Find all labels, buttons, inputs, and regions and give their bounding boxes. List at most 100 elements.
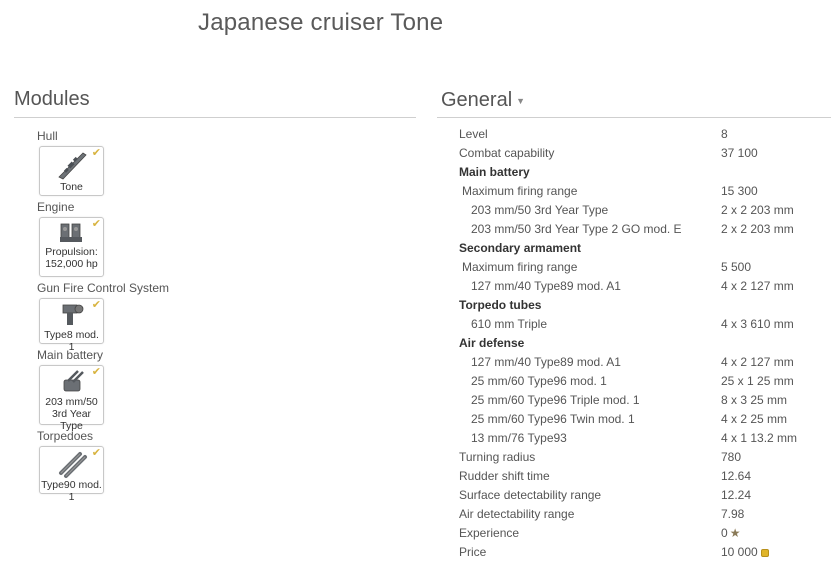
stat-label: 203 mm/50 3rd Year Type — [471, 203, 609, 217]
stat-label: Rudder shift time — [459, 469, 550, 483]
stat-row-rudder-shift: Rudder shift time 12.64 — [459, 467, 831, 486]
page-title: Japanese cruiser Tone — [198, 9, 444, 36]
fire-control-icon — [62, 304, 83, 325]
stat-row-surface-detect: Surface detectability range 12.24 — [459, 486, 831, 505]
stat-section-label: Main battery — [459, 165, 530, 179]
stat-section-main-battery: Main battery — [459, 163, 831, 182]
stat-row-main-max-range: Maximum firing range 15 300 — [459, 182, 831, 201]
stat-label: Experience — [459, 526, 520, 540]
stat-row-turning-radius: Turning radius 780 — [459, 448, 831, 467]
stat-label: Maximum firing range — [462, 260, 578, 274]
module-group-hull: Hull ✔ Tone — [37, 128, 237, 196]
module-card-label: 203 mm/50 3rd Year Type — [45, 396, 98, 432]
stat-label: Maximum firing range — [462, 184, 578, 198]
module-card-label: Type90 mod. 1 — [41, 479, 102, 503]
stat-value: 7.98 — [721, 507, 745, 521]
module-card-engine[interactable]: ✔ Propulsion: 152,000 hp — [39, 217, 104, 277]
stat-value: 4 x 2 25 mm — [721, 412, 788, 426]
stat-section-label: Air defense — [459, 336, 525, 350]
stat-label: 25 mm/60 Type96 Triple mod. 1 — [471, 393, 640, 407]
check-icon: ✔ — [91, 147, 101, 159]
general-heading[interactable]: General ▼ — [441, 89, 525, 112]
stat-value: 4 x 2 127 mm — [721, 355, 794, 369]
stat-value: 12.24 — [721, 488, 752, 502]
module-card-label: Tone — [60, 181, 83, 193]
stat-value: 2 x 2 203 mm — [721, 222, 794, 236]
general-table: Level 8 Combat capability 37 100 Main batt… — [459, 125, 831, 562]
stat-row-main-gun-1: 203 mm/50 3rd Year Type 2 x 2 203 mm — [459, 201, 831, 220]
module-group-main-battery: Main battery ✔ 203 mm/50 3rd Year Type — [37, 347, 237, 432]
module-card-hull[interactable]: ✔ Tone — [39, 146, 104, 196]
module-card-fire-control[interactable]: ✔ Type8 mod. 1 — [39, 298, 104, 353]
stat-row-experience: Experience 0 ★ — [459, 524, 831, 543]
stat-row-level: Level 8 — [459, 125, 831, 144]
stat-label: Turning radius — [459, 450, 536, 464]
stat-label: Level — [459, 127, 488, 141]
stat-section-air-defense: Air defense — [459, 334, 831, 353]
check-icon: ✔ — [91, 366, 101, 378]
stat-label: 127 mm/40 Type89 mod. A1 — [471, 355, 621, 369]
main-battery-icon — [63, 370, 84, 392]
stat-row-aa-5: 13 mm/76 Type93 4 x 1 13.2 mm — [459, 429, 831, 448]
stat-label: Air detectability range — [459, 507, 575, 521]
stat-value: 4 x 2 127 mm — [721, 279, 794, 293]
stat-label: 203 mm/50 3rd Year Type 2 GO mod. E — [471, 222, 682, 236]
stat-value: 2 x 2 203 mm — [721, 203, 794, 217]
caret-down-icon: ▼ — [516, 95, 526, 106]
stat-row-air-detect: Air detectability range 7.98 — [459, 505, 831, 524]
stat-value: 8 — [721, 127, 728, 141]
stat-value: 15 300 — [721, 184, 758, 198]
experience-star-icon: ★ — [729, 526, 741, 540]
stat-section-secondary: Secondary armament — [459, 239, 831, 258]
stat-row-secondary-max-range: Maximum firing range 5 500 — [459, 258, 831, 277]
stat-label: Surface detectability range — [459, 488, 602, 502]
check-icon: ✔ — [91, 447, 101, 459]
stat-row-combat-capability: Combat capability 37 100 — [459, 144, 831, 163]
credits-coin-icon — [760, 548, 769, 557]
module-card-torpedoes[interactable]: ✔ Type90 mod. 1 — [39, 446, 104, 503]
module-card-label: Type8 mod. 1 — [44, 329, 99, 353]
check-icon: ✔ — [91, 299, 101, 311]
stat-value: 4 x 1 13.2 mm — [721, 431, 798, 445]
stat-label: 25 mm/60 Type96 Twin mod. 1 — [471, 412, 635, 426]
stat-row-main-gun-2: 203 mm/50 3rd Year Type 2 GO mod. E 2 x 2… — [459, 220, 831, 239]
stat-label: 610 mm Triple — [471, 317, 548, 331]
module-group-fire-control: Gun Fire Control System ✔ Type8 mod. 1 — [37, 280, 237, 353]
stat-section-torpedo-tubes: Torpedo tubes — [459, 296, 831, 315]
module-group-torpedoes: Torpedoes ✔ Type90 mod. 1 — [37, 428, 237, 503]
stat-row-aa-3: 25 mm/60 Type96 Triple mod. 1 8 x 3 25 mm — [459, 391, 831, 410]
stat-value-wrap: 10 000 — [721, 543, 769, 562]
general-heading-label: General — [441, 89, 513, 111]
stat-value: 780 — [721, 450, 742, 464]
stat-row-aa-1: 127 mm/40 Type89 mod. A1 4 x 2 127 mm — [459, 353, 831, 372]
check-icon: ✔ — [91, 218, 101, 230]
stat-value: 5 500 — [721, 260, 752, 274]
stat-label: 25 mm/60 Type96 mod. 1 — [471, 374, 607, 388]
stat-label: 127 mm/40 Type89 mod. A1 — [471, 279, 621, 293]
stat-row-torpedo: 610 mm Triple 4 x 3 610 mm — [459, 315, 831, 334]
modules-divider — [14, 117, 416, 118]
stat-row-aa-2: 25 mm/60 Type96 mod. 1 25 x 1 25 mm — [459, 372, 831, 391]
module-card-main-battery[interactable]: ✔ 203 mm/50 3rd Year Type — [39, 365, 104, 432]
module-group-label: Hull — [37, 129, 58, 143]
modules-list: Hull ✔ Tone Engine ✔ Propulsion: 152,000… — [37, 128, 237, 503]
module-card-label: Propulsion: 152,000 hp — [45, 246, 98, 270]
stat-value: 10 000 — [721, 545, 758, 559]
general-divider — [437, 117, 831, 118]
stat-label: Price — [459, 545, 487, 559]
stat-section-label: Torpedo tubes — [459, 298, 542, 312]
stat-row-secondary-gun: 127 mm/40 Type89 mod. A1 4 x 2 127 mm — [459, 277, 831, 296]
stat-value: 4 x 3 610 mm — [721, 317, 794, 331]
module-group-engine: Engine ✔ Propulsion: 152,000 hp — [37, 199, 237, 277]
module-group-label: Gun Fire Control System — [37, 281, 170, 295]
stat-value: 37 100 — [721, 146, 758, 160]
modules-heading: Modules — [14, 88, 90, 110]
stat-value-wrap: 0 ★ — [721, 524, 740, 543]
stat-label: Combat capability — [459, 146, 555, 160]
stat-row-aa-4: 25 mm/60 Type96 Twin mod. 1 4 x 2 25 mm — [459, 410, 831, 429]
stat-value: 8 x 3 25 mm — [721, 393, 788, 407]
stat-value: 0 — [721, 526, 728, 540]
torpedo-icon — [58, 452, 87, 478]
stat-value: 25 x 1 25 mm — [721, 374, 794, 388]
module-group-label: Engine — [37, 200, 75, 214]
